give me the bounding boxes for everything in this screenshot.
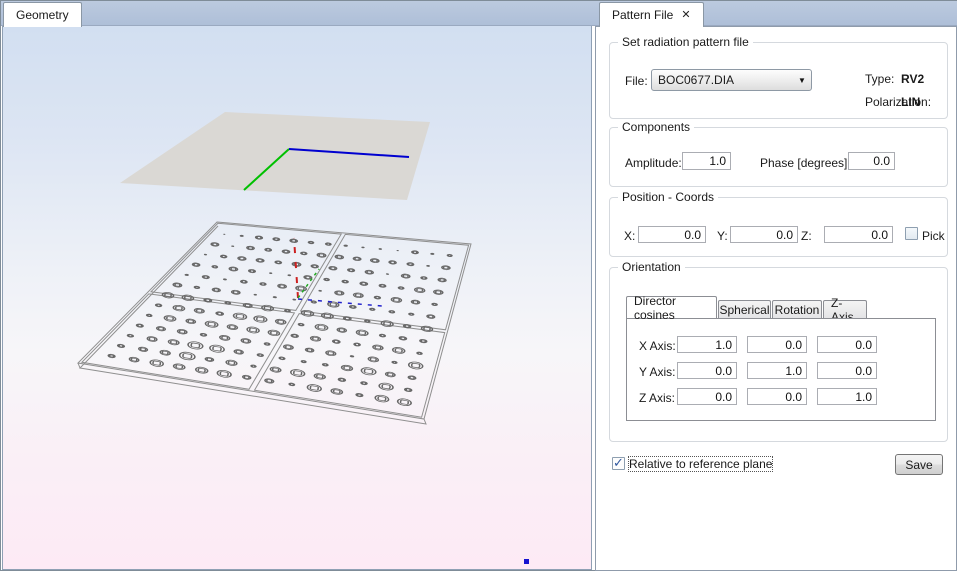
z-axis-input-1[interactable] bbox=[677, 388, 737, 405]
relative-to-reference-plane-checkbox[interactable]: ✓ bbox=[612, 457, 625, 470]
radiation-pattern-file-group: Set radiation pattern file File: BOC0677… bbox=[609, 42, 948, 119]
geometry-scene-svg[interactable] bbox=[3, 26, 591, 568]
director-cosines-panel: X Axis: Y Axis: Z Axis: bbox=[626, 318, 936, 421]
pick-checkbox[interactable] bbox=[905, 227, 918, 240]
file-dropdown[interactable]: BOC0677.DIA ▼ bbox=[651, 69, 812, 91]
x-axis-input-3[interactable] bbox=[817, 336, 877, 353]
application-window: Geometry Pattern File ✕ Set radiation pa… bbox=[0, 0, 957, 571]
tab-spherical[interactable]: Spherical bbox=[718, 300, 771, 318]
components-group: Components Amplitude: Phase [degrees]: bbox=[609, 127, 948, 187]
x-label: X: bbox=[624, 229, 635, 243]
y-label: Y: bbox=[717, 229, 728, 243]
tab-director-cosines[interactable]: Director cosines bbox=[626, 296, 717, 318]
y-axis-input-2[interactable] bbox=[747, 362, 807, 379]
x-axis-row-label: X Axis: bbox=[639, 339, 676, 353]
tab-pattern-file[interactable]: Pattern File ✕ bbox=[599, 2, 704, 27]
tab-label: Rotation bbox=[775, 303, 820, 317]
phase-label: Phase [degrees]: bbox=[760, 156, 851, 170]
amplitude-label: Amplitude: bbox=[625, 156, 682, 170]
file-dropdown-value: BOC0677.DIA bbox=[652, 73, 793, 87]
amplitude-input[interactable] bbox=[682, 152, 731, 170]
tab-z-axis[interactable]: Z-Axis bbox=[823, 300, 867, 318]
position-coords-group: Position - Coords X: Y: Z: Pick bbox=[609, 197, 948, 257]
z-label: Z: bbox=[801, 229, 812, 243]
type-value: RV2 bbox=[901, 72, 924, 86]
x-axis-input-2[interactable] bbox=[747, 336, 807, 353]
tab-pattern-file-label: Pattern File bbox=[612, 8, 673, 22]
x-axis-input-1[interactable] bbox=[677, 336, 737, 353]
tab-label: Director cosines bbox=[634, 294, 709, 322]
tab-geometry-label: Geometry bbox=[16, 8, 69, 22]
polarization-value: LIN bbox=[901, 95, 920, 109]
tab-geometry[interactable]: Geometry bbox=[3, 2, 82, 27]
orientation-group: Orientation Director cosines Spherical R… bbox=[609, 267, 948, 442]
z-axis-input-3[interactable] bbox=[817, 388, 877, 405]
group-title: Components bbox=[618, 120, 694, 134]
relative-to-reference-plane-label: Relative to reference plane bbox=[629, 457, 772, 471]
save-button[interactable]: Save bbox=[895, 454, 943, 475]
tab-label: Spherical bbox=[719, 303, 769, 317]
polarization-label: Polarization: bbox=[865, 95, 931, 109]
checkmark-icon: ✓ bbox=[613, 455, 624, 471]
z-input[interactable] bbox=[824, 226, 893, 243]
close-icon[interactable]: ✕ bbox=[681, 10, 690, 21]
file-label: File: bbox=[625, 74, 648, 88]
y-axis-input-3[interactable] bbox=[817, 362, 877, 379]
tab-rotation[interactable]: Rotation bbox=[772, 300, 822, 318]
z-axis-input-2[interactable] bbox=[747, 388, 807, 405]
chevron-down-icon: ▼ bbox=[793, 76, 811, 85]
pick-label: Pick bbox=[922, 229, 945, 243]
y-axis-input-1[interactable] bbox=[677, 362, 737, 379]
geometry-viewport[interactable] bbox=[2, 26, 592, 570]
group-title: Orientation bbox=[618, 260, 685, 274]
document-tabstrip bbox=[1, 1, 957, 26]
group-title: Set radiation pattern file bbox=[618, 35, 753, 49]
y-axis-row-label: Y Axis: bbox=[639, 365, 675, 379]
pattern-file-panel: Set radiation pattern file File: BOC0677… bbox=[595, 26, 957, 571]
y-input[interactable] bbox=[730, 226, 798, 243]
x-input[interactable] bbox=[638, 226, 706, 243]
phase-input[interactable] bbox=[848, 152, 895, 170]
type-label: Type: bbox=[865, 72, 894, 86]
z-axis-row-label: Z Axis: bbox=[639, 391, 675, 405]
group-title: Position - Coords bbox=[618, 190, 718, 204]
save-button-label: Save bbox=[905, 458, 932, 472]
